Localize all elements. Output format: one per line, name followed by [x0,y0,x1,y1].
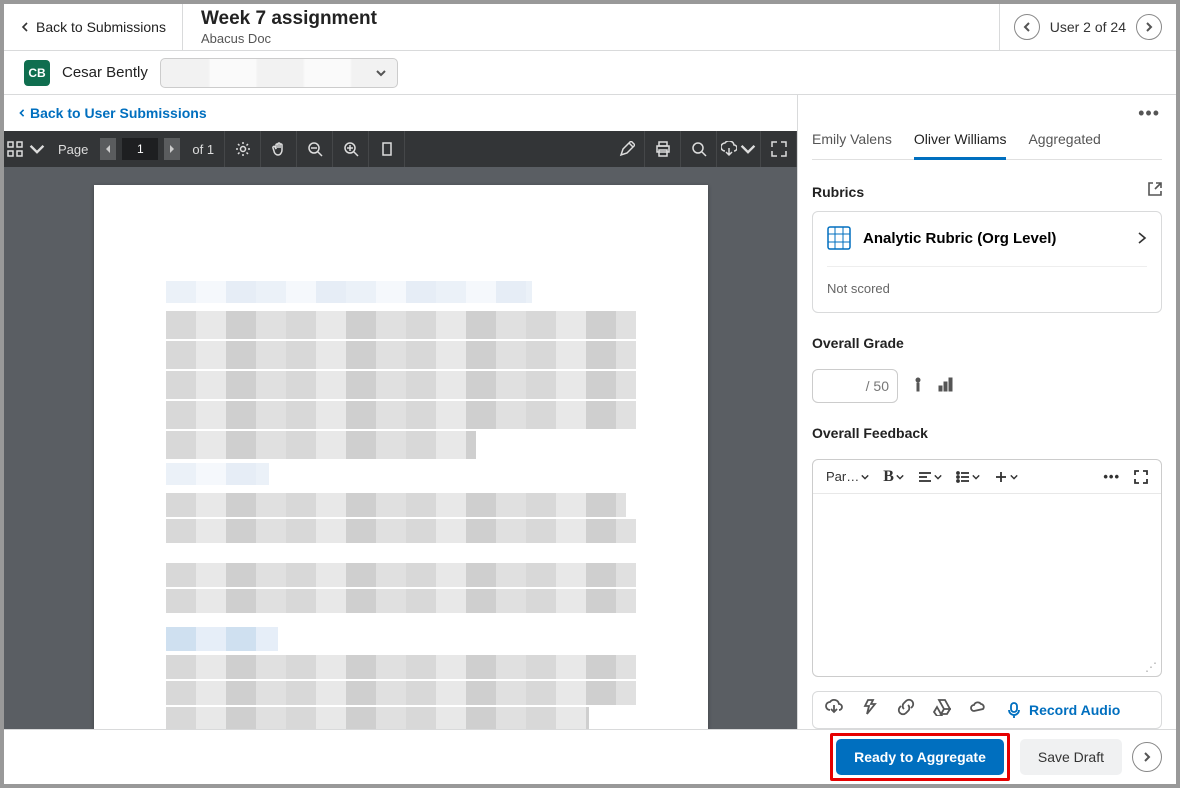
back-to-submissions-link[interactable]: Back to Submissions [4,4,183,50]
tab-oliver[interactable]: Oliver Williams [914,123,1007,160]
insert-button[interactable] [987,463,1025,491]
grade-row: / 50 [812,369,1162,403]
doc-page [94,185,708,729]
page-subtitle: Abacus Doc [201,31,981,46]
user-nav: User 2 of 24 [999,4,1176,50]
grade-header: Overall Grade [812,335,1162,351]
format-dropdown[interactable]: Par… [819,463,876,491]
editor-body[interactable]: ⋰ [813,494,1161,676]
format-label: Par… [826,469,859,484]
link-button[interactable] [897,698,915,721]
user-position-label: User 2 of 24 [1050,19,1126,35]
submission-dropdown[interactable] [160,58,398,88]
feedback-editor: Par… B ••• ⋰ [812,459,1162,677]
more-actions-button[interactable]: ••• [1138,103,1160,124]
title-area: Week 7 assignment Abacus Doc [183,4,999,50]
chevron-left-icon [20,22,30,32]
chevron-left-icon [18,108,26,118]
prev-user-button[interactable] [1014,14,1040,40]
student-name: Cesar Bently [62,64,148,81]
right-panel: ••• Emily Valens Oliver Williams Aggrega… [798,95,1176,729]
fit-page-button[interactable] [369,131,405,167]
highlight-annotation: Ready to Aggregate [830,733,1010,781]
grade-input[interactable]: / 50 [812,369,898,403]
page-input[interactable] [122,138,158,160]
left-panel: Back to User Submissions Page of 1 [4,95,798,729]
record-audio-label: Record Audio [1029,702,1120,718]
list-button[interactable] [949,463,987,491]
grade-stats-button[interactable] [938,376,954,397]
thumbnails-button[interactable] [4,131,26,167]
grade-heading: Overall Grade [812,335,904,351]
page-total-label: of 1 [186,142,220,157]
save-draft-button[interactable]: Save Draft [1020,739,1122,775]
rubrics-heading: Rubrics [812,184,864,200]
zoom-in-button[interactable] [333,131,369,167]
align-button[interactable] [911,463,949,491]
resize-handle-icon[interactable]: ⋰ [1145,660,1157,674]
page-label: Page [52,142,94,157]
doc-toolbar: Page of 1 [4,131,797,167]
settings-button[interactable] [225,131,261,167]
rubric-status: Not scored [827,266,1147,296]
rubric-card: Analytic Rubric (Org Level) Not scored [812,211,1162,313]
zoom-out-button[interactable] [297,131,333,167]
tab-aggregated[interactable]: Aggregated [1028,123,1100,159]
rubrics-popout-button[interactable] [1148,182,1162,201]
top-header: Back to Submissions Week 7 assignment Ab… [4,4,1176,51]
quicklink-button[interactable] [861,698,879,721]
rubric-title: Analytic Rubric (Org Level) [863,230,1125,247]
editor-more-button[interactable]: ••• [1096,463,1127,491]
page-title: Week 7 assignment [201,8,981,30]
main-area: Back to User Submissions Page of 1 [4,95,1176,729]
bold-button[interactable]: B [876,463,911,491]
evaluator-tabs: Emily Valens Oliver Williams Aggregated [812,123,1162,160]
fullscreen-button[interactable] [761,131,797,167]
avatar: CB [24,60,50,86]
onedrive-button[interactable] [969,698,987,721]
search-button[interactable] [681,131,717,167]
feedback-heading: Overall Feedback [812,425,928,441]
feedback-header: Overall Feedback [812,425,1162,441]
attachment-bar: Record Audio [812,691,1162,729]
page-nav: Page of 1 [48,131,225,167]
tab-emily[interactable]: Emily Valens [812,123,892,159]
back-to-user-submissions-link[interactable]: Back to User Submissions [4,95,797,131]
google-drive-button[interactable] [933,698,951,721]
rubric-grid-icon [827,226,851,250]
grade-info-button[interactable] [910,376,926,397]
chevron-down-icon [740,141,756,157]
back-label: Back to Submissions [36,19,166,35]
student-bar: CB Cesar Bently [4,51,1176,95]
editor-fullscreen-button[interactable] [1127,463,1155,491]
annotate-button[interactable] [609,131,645,167]
upload-cloud-button[interactable] [825,698,843,721]
chevron-down-icon [375,67,387,79]
next-user-button[interactable] [1136,14,1162,40]
pan-button[interactable] [261,131,297,167]
page-prev-button[interactable] [100,138,116,160]
thumbnails-menu-button[interactable] [26,131,48,167]
footer: Ready to Aggregate Save Draft [4,729,1176,784]
chevron-right-icon [1137,231,1147,245]
ready-to-aggregate-button[interactable]: Ready to Aggregate [836,739,1004,775]
footer-next-button[interactable] [1132,742,1162,772]
record-audio-button[interactable]: Record Audio [1005,701,1120,719]
page-next-button[interactable] [164,138,180,160]
print-button[interactable] [645,131,681,167]
rubric-expand-button[interactable]: Analytic Rubric (Org Level) [827,226,1147,250]
back-user-label: Back to User Submissions [30,105,207,121]
rubrics-header: Rubrics [812,182,1162,201]
editor-toolbar: Par… B ••• [813,460,1161,494]
download-button[interactable] [717,131,761,167]
doc-canvas[interactable] [4,167,797,729]
grade-suffix: / 50 [866,378,889,394]
microphone-icon [1005,701,1023,719]
